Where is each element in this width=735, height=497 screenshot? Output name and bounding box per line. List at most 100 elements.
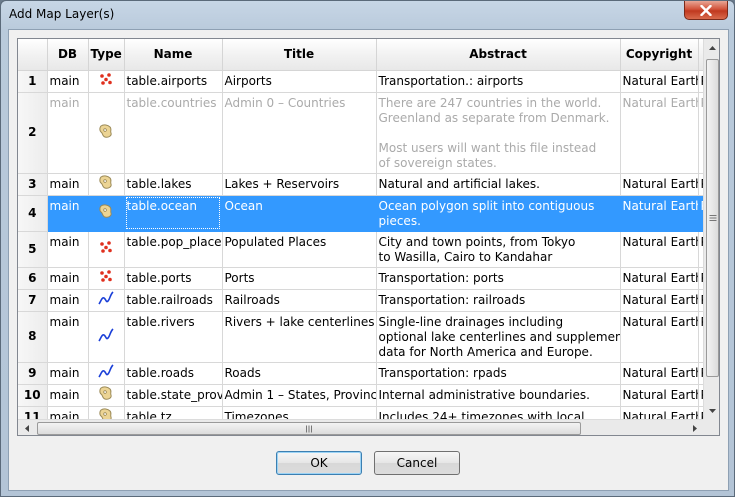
table-row[interactable]: 8 main table.rivers Rivers + lake centerlin… — [18, 311, 719, 363]
column-header-copyright[interactable]: Copyright — [620, 39, 699, 71]
row-number[interactable]: 1 — [18, 70, 48, 93]
row-number[interactable]: 10 — [18, 384, 48, 407]
cell-copyright[interactable]: Natural Earth — [620, 231, 699, 268]
cell-name[interactable]: table.ocean — [124, 195, 223, 232]
row-number[interactable]: 2 — [18, 92, 48, 174]
cell-db[interactable]: main — [47, 384, 89, 407]
cell-type[interactable] — [88, 70, 125, 93]
row-number[interactable]: 7 — [18, 289, 48, 312]
cell-title[interactable]: Admin 1 – States, Provinces — [222, 384, 377, 407]
cell-name[interactable]: table.lakes — [124, 173, 223, 196]
row-number[interactable]: 5 — [18, 231, 48, 268]
cell-abstract[interactable]: Internal administrative boundaries. — [376, 384, 621, 407]
cell-abstract[interactable]: Ocean polygon split into contiguous piece… — [376, 195, 621, 232]
cell-title[interactable]: Populated Places — [222, 231, 377, 268]
cancel-button[interactable]: Cancel — [374, 451, 460, 475]
cell-copyright[interactable]: Natural Earth — [620, 362, 699, 385]
table-row[interactable]: 2 main table.countries Admin 0 – Countries T… — [18, 92, 719, 174]
cell-abstract[interactable]: There are 247 countries in the world. Gre… — [376, 92, 621, 174]
cell-title[interactable]: Admin 0 – Countries — [222, 92, 377, 174]
cell-title[interactable]: Railroads — [222, 289, 377, 312]
cell-name[interactable]: table.countries — [124, 92, 223, 174]
cell-title[interactable]: Roads — [222, 362, 377, 385]
cell-type[interactable] — [88, 195, 125, 232]
corner-header[interactable] — [18, 39, 48, 71]
cell-db[interactable]: main — [47, 289, 89, 312]
row-number[interactable]: 6 — [18, 267, 48, 290]
cell-db[interactable]: main — [47, 311, 89, 363]
table-row[interactable]: 9 main table.roads Roads Transportation: rpa… — [18, 362, 719, 385]
table-row[interactable]: 10 main table.state_prov Admin 1 – States, … — [18, 384, 719, 407]
cell-abstract[interactable]: Transportation: railroads — [376, 289, 621, 312]
ok-button[interactable]: OK — [276, 451, 362, 475]
cell-abstract[interactable]: Transportation: rpads — [376, 362, 621, 385]
cell-type[interactable] — [88, 289, 125, 312]
column-header-title[interactable]: Title — [222, 39, 377, 71]
cell-copyright[interactable]: Natural Earth — [620, 289, 699, 312]
cell-type[interactable] — [88, 92, 125, 174]
cell-title[interactable]: Lakes + Reservoirs — [222, 173, 377, 196]
close-button[interactable] — [684, 1, 728, 20]
cell-copyright[interactable]: Natural Earth — [620, 267, 699, 290]
cell-title[interactable]: Ports — [222, 267, 377, 290]
cell-title[interactable]: Ocean — [222, 195, 377, 232]
table-row[interactable]: 1 main table.airports Airports Transportatio… — [18, 70, 719, 93]
scroll-down-button[interactable] — [704, 402, 719, 419]
cell-db[interactable]: main — [47, 70, 89, 93]
cell-abstract[interactable]: City and town points, from Tokyo to Wasil… — [376, 231, 621, 268]
cell-db[interactable]: main — [47, 231, 89, 268]
cell-title[interactable]: Airports — [222, 70, 377, 93]
cell-name[interactable]: table.rivers — [124, 311, 223, 363]
cell-copyright[interactable]: Natural Earth — [620, 173, 699, 196]
cell-type[interactable] — [88, 384, 125, 407]
column-header-db[interactable]: DB — [47, 39, 89, 71]
cell-type[interactable] — [88, 362, 125, 385]
table-row[interactable]: 6 main table.ports Ports Transportation: por… — [18, 267, 719, 290]
table-row[interactable]: 3 main table.lakes Lakes + Reservoirs Natura… — [18, 173, 719, 196]
cell-copyright[interactable]: Natural Earth — [620, 92, 699, 174]
row-number[interactable]: 8 — [18, 311, 48, 363]
add-map-layer-dialog: Add Map Layer(s) DB Type Name Title Abst… — [0, 0, 735, 497]
cell-copyright[interactable]: Natural Earth — [620, 311, 699, 363]
title-bar[interactable]: Add Map Layer(s) — [1, 1, 734, 28]
vertical-scroll-thumb[interactable] — [706, 59, 719, 377]
cell-title[interactable]: Rivers + lake centerlines — [222, 311, 377, 363]
cell-type[interactable] — [88, 173, 125, 196]
scroll-left-button[interactable] — [18, 420, 35, 435]
cell-abstract[interactable]: Natural and artificial lakes. — [376, 173, 621, 196]
vertical-scrollbar[interactable] — [703, 39, 719, 419]
cell-copyright[interactable]: Natural Earth — [620, 70, 699, 93]
row-number[interactable]: 9 — [18, 362, 48, 385]
scroll-right-button[interactable] — [686, 420, 703, 435]
column-header-name[interactable]: Name — [124, 39, 223, 71]
cell-db[interactable]: main — [47, 173, 89, 196]
row-number[interactable]: 3 — [18, 173, 48, 196]
cell-copyright[interactable]: Natural Earth — [620, 384, 699, 407]
cell-db[interactable]: main — [47, 92, 89, 174]
column-header-type[interactable]: Type — [88, 39, 125, 71]
table-row[interactable]: 7 main table.railroads Railroads Transportat… — [18, 289, 719, 312]
scroll-up-button[interactable] — [704, 39, 719, 56]
cell-db[interactable]: main — [47, 362, 89, 385]
table-row[interactable]: 5 main table.pop_places Populated Places Cit… — [18, 231, 719, 268]
cell-abstract[interactable]: Transportation.: airports — [376, 70, 621, 93]
cell-name[interactable]: table.ports — [124, 267, 223, 290]
cell-type[interactable] — [88, 231, 125, 268]
column-header-abstract[interactable]: Abstract — [376, 39, 621, 71]
cell-abstract[interactable]: Transportation: ports — [376, 267, 621, 290]
row-number[interactable]: 4 — [18, 195, 48, 232]
cell-type[interactable] — [88, 311, 125, 363]
cell-type[interactable] — [88, 267, 125, 290]
table-row[interactable]: 4 main table.ocean Ocean Ocean polygon split… — [18, 195, 719, 232]
cell-name[interactable]: table.state_prov — [124, 384, 223, 407]
cell-name[interactable]: table.roads — [124, 362, 223, 385]
cell-abstract[interactable]: Single-line drainages including optional … — [376, 311, 621, 363]
cell-db[interactable]: main — [47, 267, 89, 290]
cell-copyright[interactable]: Natural Earth — [620, 195, 699, 232]
cell-name[interactable]: table.railroads — [124, 289, 223, 312]
cell-db[interactable]: main — [47, 195, 89, 232]
cell-name[interactable]: table.airports — [124, 70, 223, 93]
cell-name[interactable]: table.pop_places — [124, 231, 223, 268]
horizontal-scrollbar[interactable] — [18, 419, 703, 435]
horizontal-scroll-thumb[interactable] — [37, 422, 581, 435]
